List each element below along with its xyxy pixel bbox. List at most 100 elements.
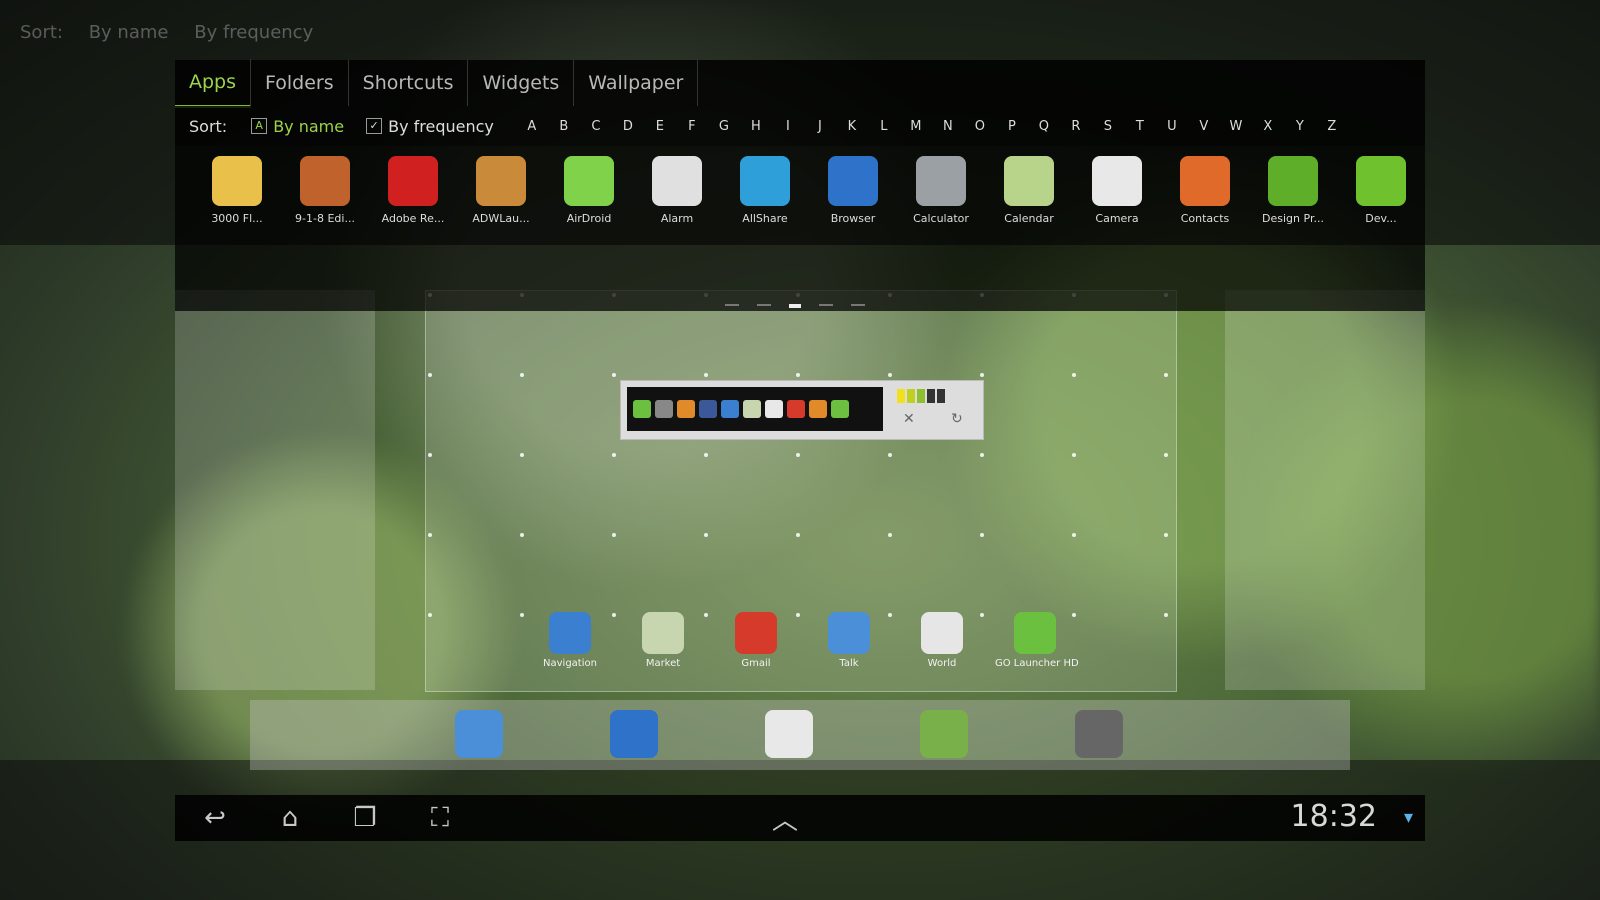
app-11[interactable]: Contacts	[1165, 156, 1245, 225]
app-9[interactable]: Calendar	[989, 156, 1069, 225]
letter-index-c[interactable]: C	[580, 119, 612, 134]
drawer-tabbar: Apps Folders Shortcuts Widgets Wallpaper	[175, 58, 1425, 108]
app-4[interactable]: AirDroid	[549, 156, 629, 225]
app-13[interactable]: Dev...	[1341, 156, 1421, 225]
back-icon[interactable]: ↩	[195, 803, 235, 833]
pdf-icon	[388, 156, 438, 206]
app-2[interactable]: Adobe Re...	[373, 156, 453, 225]
ghost-sort-label: Sort:	[20, 22, 63, 43]
letter-index-w[interactable]: W	[1220, 119, 1252, 134]
camera-icon	[1092, 156, 1142, 206]
letter-index-h[interactable]: H	[740, 119, 772, 134]
letter-index-t[interactable]: T	[1124, 119, 1156, 134]
page-dot	[851, 304, 865, 306]
ghost-by-name: By name	[88, 22, 169, 43]
app-7[interactable]: Browser	[813, 156, 893, 225]
sort-label: Sort:	[189, 116, 228, 136]
app-1[interactable]: 9-1-8 Edi...	[285, 156, 365, 225]
home-icon[interactable]: ⌂	[270, 803, 310, 833]
letter-index-u[interactable]: U	[1156, 119, 1188, 134]
page-dot-current	[789, 304, 801, 308]
tab-apps[interactable]: Apps	[175, 58, 252, 108]
globe-icon	[828, 156, 878, 206]
letter-index-k[interactable]: K	[836, 119, 868, 134]
page-dot	[725, 304, 739, 306]
app-8[interactable]: Calculator	[901, 156, 981, 225]
letter-index-a[interactable]: A	[516, 119, 548, 134]
letter-index-i[interactable]: I	[772, 119, 804, 134]
checkbox-icon: ✓	[366, 118, 383, 134]
app-label: Calendar	[1004, 212, 1054, 225]
page-indicator	[725, 304, 865, 308]
letter-index-f[interactable]: F	[676, 119, 708, 134]
clock-icon	[652, 156, 702, 206]
letter-index-r[interactable]: R	[1060, 119, 1092, 134]
design-icon	[1268, 156, 1318, 206]
app-10[interactable]: Camera	[1077, 156, 1157, 225]
app-label: AirDroid	[566, 212, 612, 225]
app-label: 3000 Fl...	[211, 212, 263, 225]
allshare-icon	[740, 156, 790, 206]
app-label: Dev...	[1365, 212, 1397, 225]
letter-index-g[interactable]: G	[708, 119, 740, 134]
app-label: AllShare	[742, 212, 788, 225]
recent-apps-icon[interactable]: ❐	[345, 803, 385, 833]
letter-index-v[interactable]: V	[1188, 119, 1220, 134]
wifi-icon: ▾	[1403, 807, 1413, 828]
background-sortbar-ghost: Sort: By name By frequency	[0, 22, 1600, 52]
checkbox-icon: A	[251, 118, 268, 134]
tab-wallpaper[interactable]: Wallpaper	[574, 60, 699, 106]
page-dot	[819, 304, 833, 306]
letter-index-j[interactable]: J	[804, 119, 836, 134]
sort-by-frequency-label: By frequency	[388, 116, 494, 136]
app-label: Camera	[1095, 212, 1139, 225]
letter-index-d[interactable]: D	[612, 119, 644, 134]
app-6[interactable]: AllShare	[725, 156, 805, 225]
calculator-icon	[916, 156, 966, 206]
app-label: ADWLau...	[472, 212, 530, 225]
app-0[interactable]: 3000 Fl...	[197, 156, 277, 225]
system-navbar: ↩ ⌂ ❐ ⛶ ︿ 18:32 ▾	[175, 795, 1425, 841]
contacts-icon	[1180, 156, 1230, 206]
app-label: Design Pr...	[1262, 212, 1324, 225]
sort-by-name-label: By name	[273, 116, 345, 136]
app-5[interactable]: Alarm	[637, 156, 717, 225]
letter-index-s[interactable]: S	[1092, 119, 1124, 134]
app-drawer-row: 3000 Fl... 9-1-8 Edi... Adobe Re... ADWLau.…	[175, 146, 1425, 311]
alphabet-index: ABCDEFGHIJKLMNOPQRSTUVWXYZ	[516, 119, 1348, 134]
letter-index-e[interactable]: E	[644, 119, 676, 134]
tab-folders[interactable]: Folders	[251, 60, 349, 106]
letter-index-q[interactable]: Q	[1028, 119, 1060, 134]
sort-bar: Sort: A By name ✓ By frequency ABCDEFGHI…	[175, 106, 1425, 146]
screenshot-icon[interactable]: ⛶	[420, 803, 460, 833]
letter-index-b[interactable]: B	[548, 119, 580, 134]
letter-index-z[interactable]: Z	[1316, 119, 1348, 134]
adw-icon	[476, 156, 526, 206]
status-clock: 18:32	[1290, 799, 1377, 834]
page-dot	[757, 304, 771, 306]
dev-icon	[1356, 156, 1406, 206]
app-label: Contacts	[1180, 212, 1230, 225]
paper-plane-icon	[564, 156, 614, 206]
tab-shortcuts[interactable]: Shortcuts	[349, 60, 469, 106]
letter-index-p[interactable]: P	[996, 119, 1028, 134]
app-label: Adobe Re...	[381, 212, 445, 225]
sort-by-frequency-option[interactable]: ✓ By frequency	[366, 117, 494, 136]
chevron-up-icon[interactable]: ︿	[765, 803, 805, 836]
letter-index-l[interactable]: L	[868, 119, 900, 134]
app-label: Browser	[830, 212, 876, 225]
app-3[interactable]: ADWLau...	[461, 156, 541, 225]
letter-index-y[interactable]: Y	[1284, 119, 1316, 134]
calendar-icon	[1004, 156, 1054, 206]
sort-by-name-option[interactable]: A By name	[251, 117, 344, 136]
tablet-icon	[212, 156, 262, 206]
ghost-by-frequency: By frequency	[194, 22, 314, 43]
launcher-drawer: Apps Folders Shortcuts Widgets Wallpaper…	[175, 58, 1425, 840]
letter-index-o[interactable]: O	[964, 119, 996, 134]
letter-index-x[interactable]: X	[1252, 119, 1284, 134]
letter-index-m[interactable]: M	[900, 119, 932, 134]
letter-index-n[interactable]: N	[932, 119, 964, 134]
tab-widgets[interactable]: Widgets	[468, 60, 575, 106]
app-label: Calculator	[913, 212, 969, 225]
app-12[interactable]: Design Pr...	[1253, 156, 1333, 225]
